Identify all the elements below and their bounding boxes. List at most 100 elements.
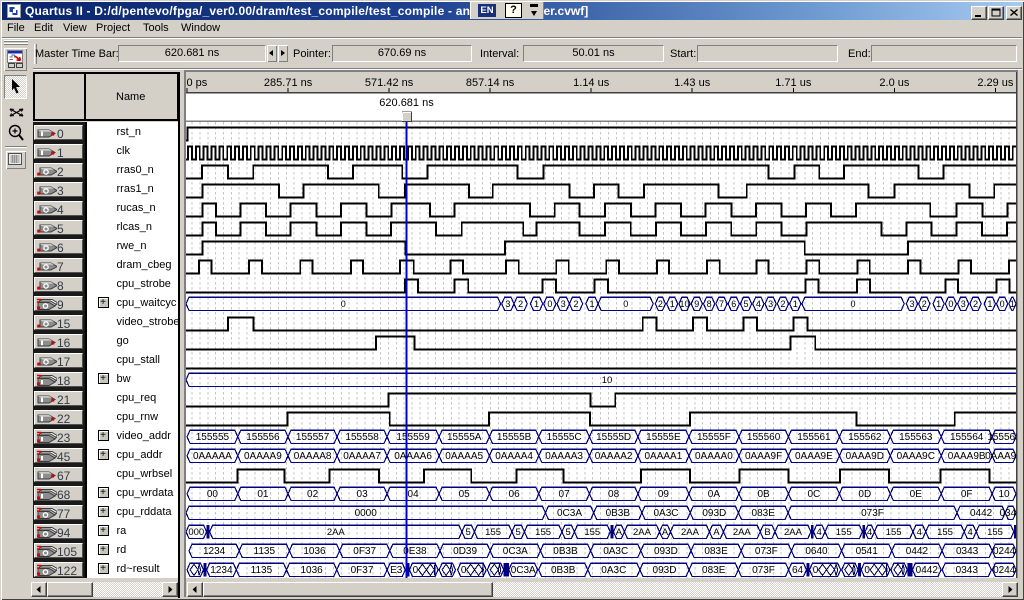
svg-text:2: 2 (922, 299, 927, 309)
svg-text:08: 08 (608, 489, 620, 500)
svg-text:02: 02 (307, 489, 319, 500)
svg-text:571.42 ns: 571.42 ns (365, 77, 414, 89)
svg-text:5: 5 (465, 527, 470, 538)
svg-text:155: 155 (987, 527, 1003, 538)
svg-text:0AAA9E: 0AAA9E (795, 451, 833, 462)
svg-text:0B3B: 0B3B (551, 565, 576, 576)
svg-text:0AAAA3: 0AAAA3 (545, 451, 583, 462)
svg-text:155562: 155562 (848, 432, 882, 443)
svg-text:3: 3 (768, 299, 773, 309)
svg-text:2.0 us: 2.0 us (879, 77, 909, 89)
svg-text:3: 3 (505, 299, 510, 309)
svg-text:155556: 155556 (246, 432, 280, 443)
svg-text:1036: 1036 (303, 546, 326, 557)
svg-text:15555D: 15555D (596, 432, 631, 443)
svg-text:0: 0 (461, 565, 467, 576)
svg-text:0C3A: 0C3A (503, 546, 528, 557)
svg-text:5: 5 (565, 527, 570, 538)
svg-text:3: 3 (961, 299, 966, 309)
svg-text:0: 0 (813, 565, 819, 576)
svg-text:10: 10 (602, 375, 613, 386)
svg-text:1036: 1036 (300, 565, 323, 576)
svg-text:1234: 1234 (203, 546, 226, 557)
svg-text:083E: 083E (702, 565, 726, 576)
svg-text:1.43 us: 1.43 us (674, 77, 711, 89)
svg-text:0D39: 0D39 (453, 546, 477, 557)
svg-text:2: 2 (973, 299, 978, 309)
svg-text:073F: 073F (861, 508, 884, 519)
svg-text:155: 155 (836, 527, 852, 538)
svg-text:1.71 us: 1.71 us (775, 77, 812, 89)
svg-text:4: 4 (968, 527, 973, 538)
svg-text:4: 4 (817, 527, 822, 538)
svg-text:0A3C: 0A3C (603, 546, 628, 557)
svg-text:620.681 ns: 620.681 ns (379, 97, 434, 109)
svg-text:4: 4 (917, 527, 922, 538)
svg-text:285.71 ns: 285.71 ns (264, 77, 313, 89)
svg-text:093D: 093D (654, 546, 678, 557)
svg-text:155: 155 (584, 527, 600, 538)
svg-text:0B3B: 0B3B (553, 546, 578, 557)
svg-text:0AAA9C: 0AAA9C (897, 451, 935, 462)
svg-text:0A3C: 0A3C (601, 565, 626, 576)
svg-text:2: 2 (658, 299, 663, 309)
svg-text:0AAAA8: 0AAAA8 (294, 451, 332, 462)
svg-text:0442: 0442 (906, 546, 929, 557)
svg-text:000: 000 (188, 527, 204, 538)
svg-text:1.14 us: 1.14 us (573, 77, 610, 89)
svg-text:2AA: 2AA (681, 527, 700, 538)
svg-text:8: 8 (707, 299, 712, 309)
svg-text:155563: 155563 (899, 432, 933, 443)
svg-text:5: 5 (515, 527, 520, 538)
svg-text:6: 6 (731, 299, 736, 309)
svg-text:0A3C: 0A3C (653, 508, 678, 519)
svg-text:0343: 0343 (956, 565, 979, 576)
svg-text:0AAAAA: 0AAAAA (193, 451, 232, 462)
svg-text:2: 2 (518, 299, 523, 309)
svg-text:1: 1 (1010, 299, 1015, 309)
svg-text:2AA: 2AA (733, 527, 752, 538)
svg-text:4: 4 (756, 299, 761, 309)
svg-text:3: 3 (909, 299, 914, 309)
svg-text:15555F: 15555F (697, 432, 731, 443)
svg-text:0: 0 (948, 299, 953, 309)
svg-text:1: 1 (534, 299, 539, 309)
svg-text:09: 09 (658, 489, 670, 500)
svg-text:0541: 0541 (856, 546, 879, 557)
svg-text:0AAAA9: 0AAAA9 (244, 451, 282, 462)
svg-text:0: 0 (341, 299, 346, 309)
svg-text:0AAA9D: 0AAA9D (846, 451, 884, 462)
svg-text:1: 1 (936, 299, 941, 309)
svg-text:0AAA9B: 0AAA9B (948, 451, 986, 462)
svg-text:E3: E3 (390, 565, 403, 576)
svg-text:083E: 083E (704, 546, 728, 557)
svg-text:073F: 073F (752, 565, 775, 576)
svg-text:0E: 0E (910, 489, 923, 500)
svg-text:0AAAA5: 0AAAA5 (445, 451, 483, 462)
svg-text:15555C: 15555C (547, 432, 582, 443)
svg-text:0C3A: 0C3A (511, 565, 536, 576)
svg-text:1135: 1135 (251, 565, 273, 576)
svg-text:083E: 083E (752, 508, 776, 519)
svg-text:15555A: 15555A (447, 432, 482, 443)
svg-text:A: A (616, 527, 623, 538)
svg-text:B: B (764, 527, 770, 538)
svg-text:1135: 1135 (254, 546, 276, 557)
svg-text:1: 1 (793, 299, 798, 309)
svg-text:03: 03 (357, 489, 369, 500)
svg-text:0F: 0F (961, 489, 973, 500)
svg-text:5: 5 (743, 299, 748, 309)
svg-text:2AA: 2AA (784, 527, 803, 538)
svg-text:0AAA9F: 0AAA9F (745, 451, 782, 462)
svg-text:0AAAA2: 0AAAA2 (595, 451, 633, 462)
svg-text:0640: 0640 (805, 546, 828, 557)
svg-text:155: 155 (886, 527, 902, 538)
svg-text:0244: 0244 (993, 565, 1016, 576)
svg-text:155558: 155558 (345, 432, 379, 443)
svg-text:0442: 0442 (916, 565, 939, 576)
svg-text:155: 155 (937, 527, 953, 538)
svg-text:155: 155 (485, 527, 501, 538)
svg-text:0: 0 (547, 299, 552, 309)
svg-text:093D: 093D (653, 565, 677, 576)
svg-text:155561: 155561 (797, 432, 831, 443)
